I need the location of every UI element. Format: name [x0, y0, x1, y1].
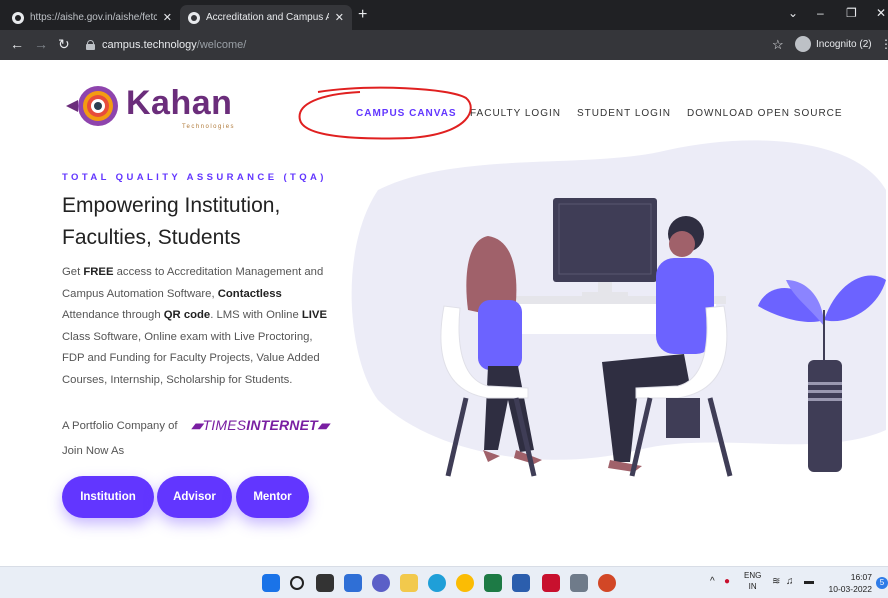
close-window-icon[interactable]: ✕	[876, 6, 886, 20]
times-internet-logo[interactable]: ▰TIMESINTERNET▰	[192, 417, 329, 434]
url-path: /welcome/	[196, 39, 247, 51]
incognito-icon	[795, 36, 811, 52]
nav-student-login[interactable]: STUDENT LOGIN	[577, 108, 671, 119]
advisor-button[interactable]: Advisor	[157, 476, 232, 518]
clock-time: 16:07	[850, 572, 872, 582]
logo-emblem-icon	[66, 86, 118, 126]
tab-search-icon[interactable]: ⌄	[788, 6, 798, 20]
antivirus-tray-icon[interactable]: ●	[724, 576, 730, 587]
battery-icon[interactable]: ▬	[804, 576, 814, 587]
start-icon[interactable]	[262, 574, 280, 592]
desc-text: . LMS with Online	[210, 309, 302, 322]
system-clock[interactable]: 16:07 10-03-2022	[824, 571, 872, 595]
minimize-icon[interactable]: –	[817, 6, 824, 20]
kahan-logo[interactable]: Kahan Technologies	[64, 80, 234, 132]
task-view-icon[interactable]	[316, 574, 334, 592]
hero-title-line-1: Empowering Institution,	[62, 194, 281, 217]
tab-title: https://aishe.gov.in/aishe/fetchSi	[30, 12, 157, 23]
powerpoint-icon[interactable]	[598, 574, 616, 592]
calculator-icon[interactable]	[570, 574, 588, 592]
nav-faculty-login[interactable]: FACULTY LOGIN	[470, 108, 561, 119]
desc-bold: LIVE	[301, 309, 327, 322]
reload-icon[interactable]: ↻	[58, 36, 70, 53]
tab-title: Accreditation and Campus Autom	[206, 12, 329, 23]
close-tab-icon[interactable]: ✕	[335, 11, 344, 24]
url-host: campus.technology	[102, 39, 197, 51]
logo-tagline: Technologies	[182, 124, 236, 130]
notification-badge[interactable]: 5	[876, 577, 888, 589]
back-icon[interactable]: ←	[10, 36, 24, 52]
search-icon[interactable]	[290, 576, 304, 590]
language-code: ENG	[744, 571, 762, 580]
volume-icon[interactable]: ♫	[786, 576, 794, 587]
new-tab-button[interactable]: +	[358, 6, 367, 24]
globe-icon	[188, 11, 200, 24]
windows-taskbar: ^ ● ENG IN ≋ ♫ ▬ 16:07 10-03-2022 5	[0, 566, 888, 598]
hero-title: Empowering Institution, Faculties, Stude…	[62, 190, 362, 254]
browser-toolbar: ← → ↻ campus.technology/welcome/ ☆ Incog…	[0, 30, 888, 60]
tab-aishe[interactable]: https://aishe.gov.in/aishe/fetchSi ✕	[4, 5, 180, 30]
forward-icon[interactable]: →	[34, 36, 48, 52]
hero-illustration	[351, 140, 886, 477]
incognito-profile-button[interactable]: Incognito (2)	[795, 36, 872, 52]
hero-eyebrow: TOTAL QUALITY ASSURANCE (TQA)	[62, 172, 327, 183]
desc-bold: FREE	[83, 266, 114, 278]
lock-icon	[86, 40, 95, 50]
desc-text: Attendance through	[62, 309, 164, 322]
portfolio-text: A Portfolio Company of	[62, 419, 178, 432]
mcafee-icon[interactable]	[542, 574, 560, 592]
excel-icon[interactable]	[484, 574, 502, 592]
wifi-icon[interactable]: ≋	[772, 576, 780, 587]
hero-description: Get FREE access to Accreditation Managem…	[62, 262, 337, 392]
web-page: Kahan Technologies CAMPUS CANVAS FACULTY…	[0, 60, 888, 566]
bookmark-star-icon[interactable]: ☆	[772, 37, 784, 53]
logo-wordmark: Kahan	[126, 84, 233, 122]
file-explorer-icon[interactable]	[400, 574, 418, 592]
chrome-icon[interactable]	[456, 574, 474, 592]
browser-menu-icon[interactable]: ⋮	[880, 37, 888, 51]
institution-button[interactable]: Institution	[62, 476, 154, 518]
desc-bold: Contactless	[217, 287, 282, 300]
close-tab-icon[interactable]: ✕	[163, 11, 172, 24]
language-indicator[interactable]: ENG IN	[744, 570, 761, 592]
hero-title-line-2: Faculties, Students	[62, 226, 241, 249]
join-now-label: Join Now As	[62, 445, 125, 457]
word-icon[interactable]	[512, 574, 530, 592]
clock-date: 10-03-2022	[828, 584, 872, 594]
profile-label: Incognito (2)	[816, 38, 872, 50]
portfolio-line: A Portfolio Company of ▰TIMESINTERNET▰	[62, 417, 329, 434]
show-hidden-icons-icon[interactable]: ^	[710, 576, 715, 587]
nav-download-open-source[interactable]: DOWNLOAD OPEN SOURCE	[687, 108, 843, 119]
tab-accreditation[interactable]: Accreditation and Campus Autom ✕	[180, 5, 352, 30]
address-bar[interactable]: campus.technology/welcome/	[86, 35, 756, 55]
desc-bold: QR code	[163, 309, 211, 322]
chat-icon[interactable]	[372, 574, 390, 592]
browser-tab-strip: https://aishe.gov.in/aishe/fetchSi ✕ Acc…	[0, 0, 888, 30]
desc-text: Get	[62, 266, 84, 278]
mentor-button[interactable]: Mentor	[236, 476, 309, 518]
region-code: IN	[748, 582, 757, 591]
desc-text: Class Software, Online exam with Live Pr…	[62, 330, 320, 386]
edge-icon[interactable]	[428, 574, 446, 592]
widgets-icon[interactable]	[344, 574, 362, 592]
restore-icon[interactable]: ❐	[846, 6, 857, 20]
globe-icon	[12, 11, 24, 24]
